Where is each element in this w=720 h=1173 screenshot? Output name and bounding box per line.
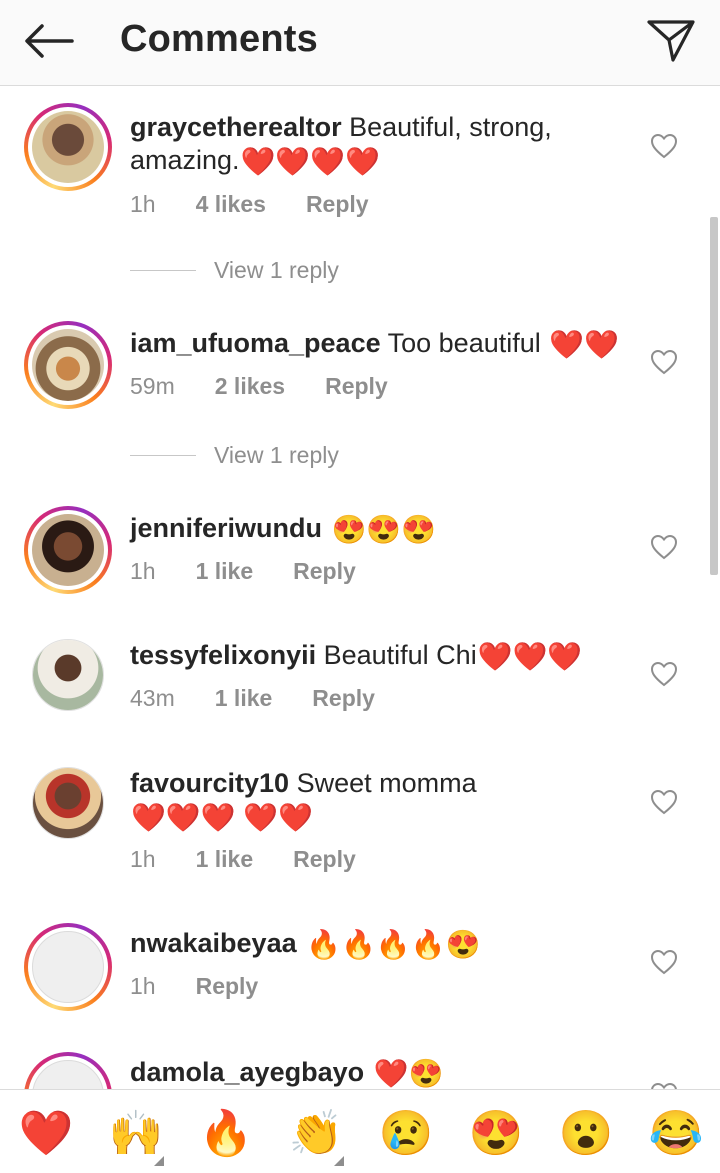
heart-outline-icon[interactable] (650, 1082, 678, 1089)
reply-button[interactable]: Reply (293, 846, 356, 873)
comment-likes[interactable]: 2 likes (215, 373, 285, 400)
page-title: Comments (120, 18, 318, 60)
view-replies-link[interactable]: View 1 reply (130, 257, 339, 284)
red-heart-emoji-button[interactable]: ❤️ (16, 1108, 76, 1160)
comment-time: 1h (130, 846, 156, 872)
comment-likes[interactable]: 1 like (196, 846, 254, 873)
comment-username[interactable]: graycetherealtor (130, 112, 342, 142)
comment-username[interactable]: favourcity10 (130, 768, 289, 798)
avatar[interactable] (32, 767, 104, 839)
avatar[interactable] (32, 639, 104, 711)
divider (130, 270, 196, 271)
heart-emoji-icon: ❤️❤️❤️ (477, 641, 583, 672)
comment-username[interactable]: nwakaibeyaa (130, 928, 297, 958)
raising-hands-emoji-button[interactable]: 🙌 (106, 1108, 166, 1166)
crying-face-emoji-button[interactable]: 😢 (376, 1108, 436, 1160)
comment-text: Sweet momma (296, 768, 477, 798)
tears-of-joy-emoji-button[interactable]: 😂 (646, 1108, 706, 1160)
comment-time: 59m (130, 373, 175, 399)
comment-list[interactable]: graycetherealtor Beautiful, strong, amaz… (0, 87, 720, 1089)
comment-username[interactable]: iam_ufuoma_peace (130, 328, 381, 358)
heart-outline-icon[interactable] (650, 949, 678, 975)
reply-button[interactable]: Reply (312, 685, 375, 712)
avatar[interactable] (24, 321, 112, 409)
clapping-hands-emoji-button[interactable]: 👏 (286, 1108, 346, 1166)
comment-likes[interactable]: 4 likes (196, 191, 266, 218)
comment-likes[interactable]: 1 like (196, 558, 254, 585)
comment-text: Too beautiful (387, 328, 541, 358)
heart-emoji-icon: ❤️😍 (373, 1058, 444, 1089)
reply-button[interactable]: Reply (325, 373, 388, 400)
comment-likes[interactable]: 1 like (215, 685, 273, 712)
comment-username[interactable]: tessyfelixonyii (130, 640, 316, 670)
comment-time: 43m (130, 685, 175, 711)
comment-username[interactable]: damola_ayegbayo (130, 1057, 364, 1087)
heart-emoji-icon: ❤️❤️❤️❤️ (240, 146, 381, 177)
comment-time: 1h (130, 558, 156, 584)
comment-time: 1h (130, 191, 156, 217)
heart-outline-icon[interactable] (650, 133, 678, 159)
heart-outline-icon[interactable] (650, 349, 678, 375)
comment-username[interactable]: jenniferiwundu (130, 513, 322, 543)
avatar[interactable] (24, 103, 112, 191)
view-replies-link[interactable]: View 1 reply (130, 442, 339, 469)
heart-outline-icon[interactable] (650, 789, 678, 815)
heart-eyes-emoji-button[interactable]: 😍 (466, 1108, 526, 1160)
back-arrow-icon[interactable] (18, 16, 78, 66)
avatar[interactable] (24, 1052, 112, 1089)
comment-text: Beautiful Chi (323, 640, 477, 670)
reply-button[interactable]: Reply (196, 973, 259, 1000)
reply-button[interactable]: Reply (293, 558, 356, 585)
fire-emoji-button[interactable]: 🔥 (196, 1108, 256, 1160)
fire-emoji-icon: 🔥🔥🔥🔥😍 (306, 929, 481, 960)
emoji-reaction-bar: ❤️ 🙌 🔥 👏 😢 😍 😮 😂 (0, 1089, 720, 1173)
avatar[interactable] (24, 923, 112, 1011)
surprised-face-emoji-button[interactable]: 😮 (556, 1108, 616, 1160)
send-icon[interactable] (640, 12, 702, 68)
heart-emoji-icon: ❤️❤️❤️ ❤️❤️ (131, 802, 314, 833)
heart-outline-icon[interactable] (650, 534, 678, 560)
scrollbar[interactable] (710, 217, 718, 575)
comment-time: 1h (130, 973, 156, 999)
reply-button[interactable]: Reply (306, 191, 369, 218)
top-app-bar: Comments (0, 0, 720, 86)
avatar[interactable] (24, 506, 112, 594)
heart-eyes-emoji-icon: 😍😍😍 (331, 514, 437, 545)
divider (130, 455, 196, 456)
heart-emoji-icon: ❤️❤️ (549, 329, 619, 360)
heart-outline-icon[interactable] (650, 661, 678, 687)
